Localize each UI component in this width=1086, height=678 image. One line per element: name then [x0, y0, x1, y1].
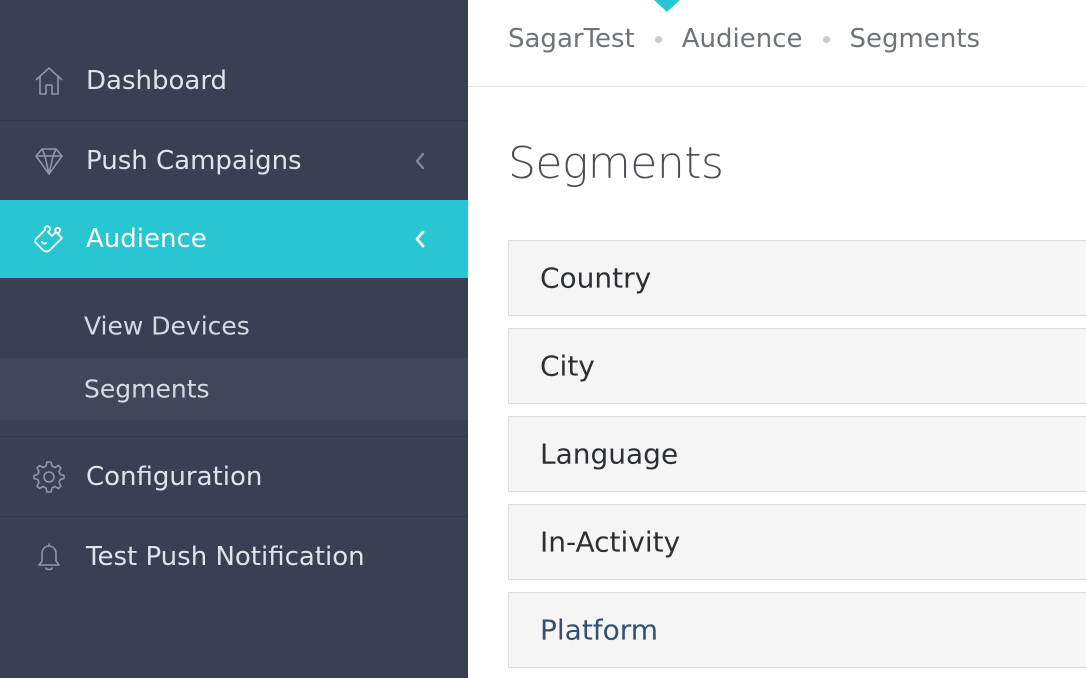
sidebar-item-dashboard[interactable]: Dashboard	[0, 42, 468, 120]
active-indicator-notch	[654, 0, 680, 12]
gear-icon	[32, 460, 66, 494]
page-title: Segments	[508, 138, 724, 189]
breadcrumb-separator	[822, 35, 830, 43]
breadcrumb-item[interactable]: SagarTest	[508, 24, 635, 54]
divider	[0, 120, 468, 121]
sidebar-subitem-label: Segments	[84, 374, 210, 404]
panel-title: In-Activity	[540, 525, 681, 559]
home-icon	[32, 64, 66, 98]
segment-panel-country[interactable]: Country	[508, 240, 1086, 316]
diamond-icon	[32, 144, 66, 178]
sidebar-item-label: Dashboard	[86, 66, 228, 96]
sidebar: Dashboard Push Campaigns Audience View D…	[0, 0, 468, 678]
chevron-left-icon	[410, 151, 430, 171]
panel-title: Country	[540, 261, 652, 295]
bell-icon	[32, 540, 66, 574]
segment-panel-platform[interactable]: Platform	[508, 592, 1086, 668]
breadcrumb-separator	[654, 35, 662, 43]
top-bar: SagarTest Audience Segments	[468, 0, 1086, 87]
panel-title: Language	[540, 437, 679, 471]
sidebar-subitem-label: View Devices	[84, 311, 250, 341]
sidebar-item-label: Test Push Notification	[86, 542, 365, 572]
breadcrumb-item[interactable]: Audience	[682, 24, 803, 54]
breadcrumb: SagarTest Audience Segments	[508, 24, 980, 54]
chevron-left-icon	[410, 229, 430, 249]
segment-panel-city[interactable]: City	[508, 328, 1086, 404]
sidebar-subitem-view-devices[interactable]: View Devices	[0, 295, 468, 357]
segment-panel-in-activity[interactable]: In-Activity	[508, 504, 1086, 580]
puzzle-icon	[32, 222, 66, 256]
divider	[0, 516, 468, 517]
breadcrumb-item-current: Segments	[849, 24, 981, 54]
panel-title: City	[540, 349, 595, 383]
sidebar-item-test-push-notification[interactable]: Test Push Notification	[0, 518, 468, 596]
panel-title: Platform	[540, 613, 659, 647]
sidebar-subitem-segments[interactable]: Segments	[0, 358, 468, 420]
sidebar-item-configuration[interactable]: Configuration	[0, 438, 468, 516]
sidebar-item-audience[interactable]: Audience	[0, 200, 468, 278]
sidebar-item-label: Configuration	[86, 462, 263, 492]
divider	[0, 436, 468, 437]
sidebar-item-push-campaigns[interactable]: Push Campaigns	[0, 122, 468, 200]
segment-panel-language[interactable]: Language	[508, 416, 1086, 492]
sidebar-item-label: Push Campaigns	[86, 146, 302, 176]
sidebar-item-label: Audience	[86, 224, 207, 254]
